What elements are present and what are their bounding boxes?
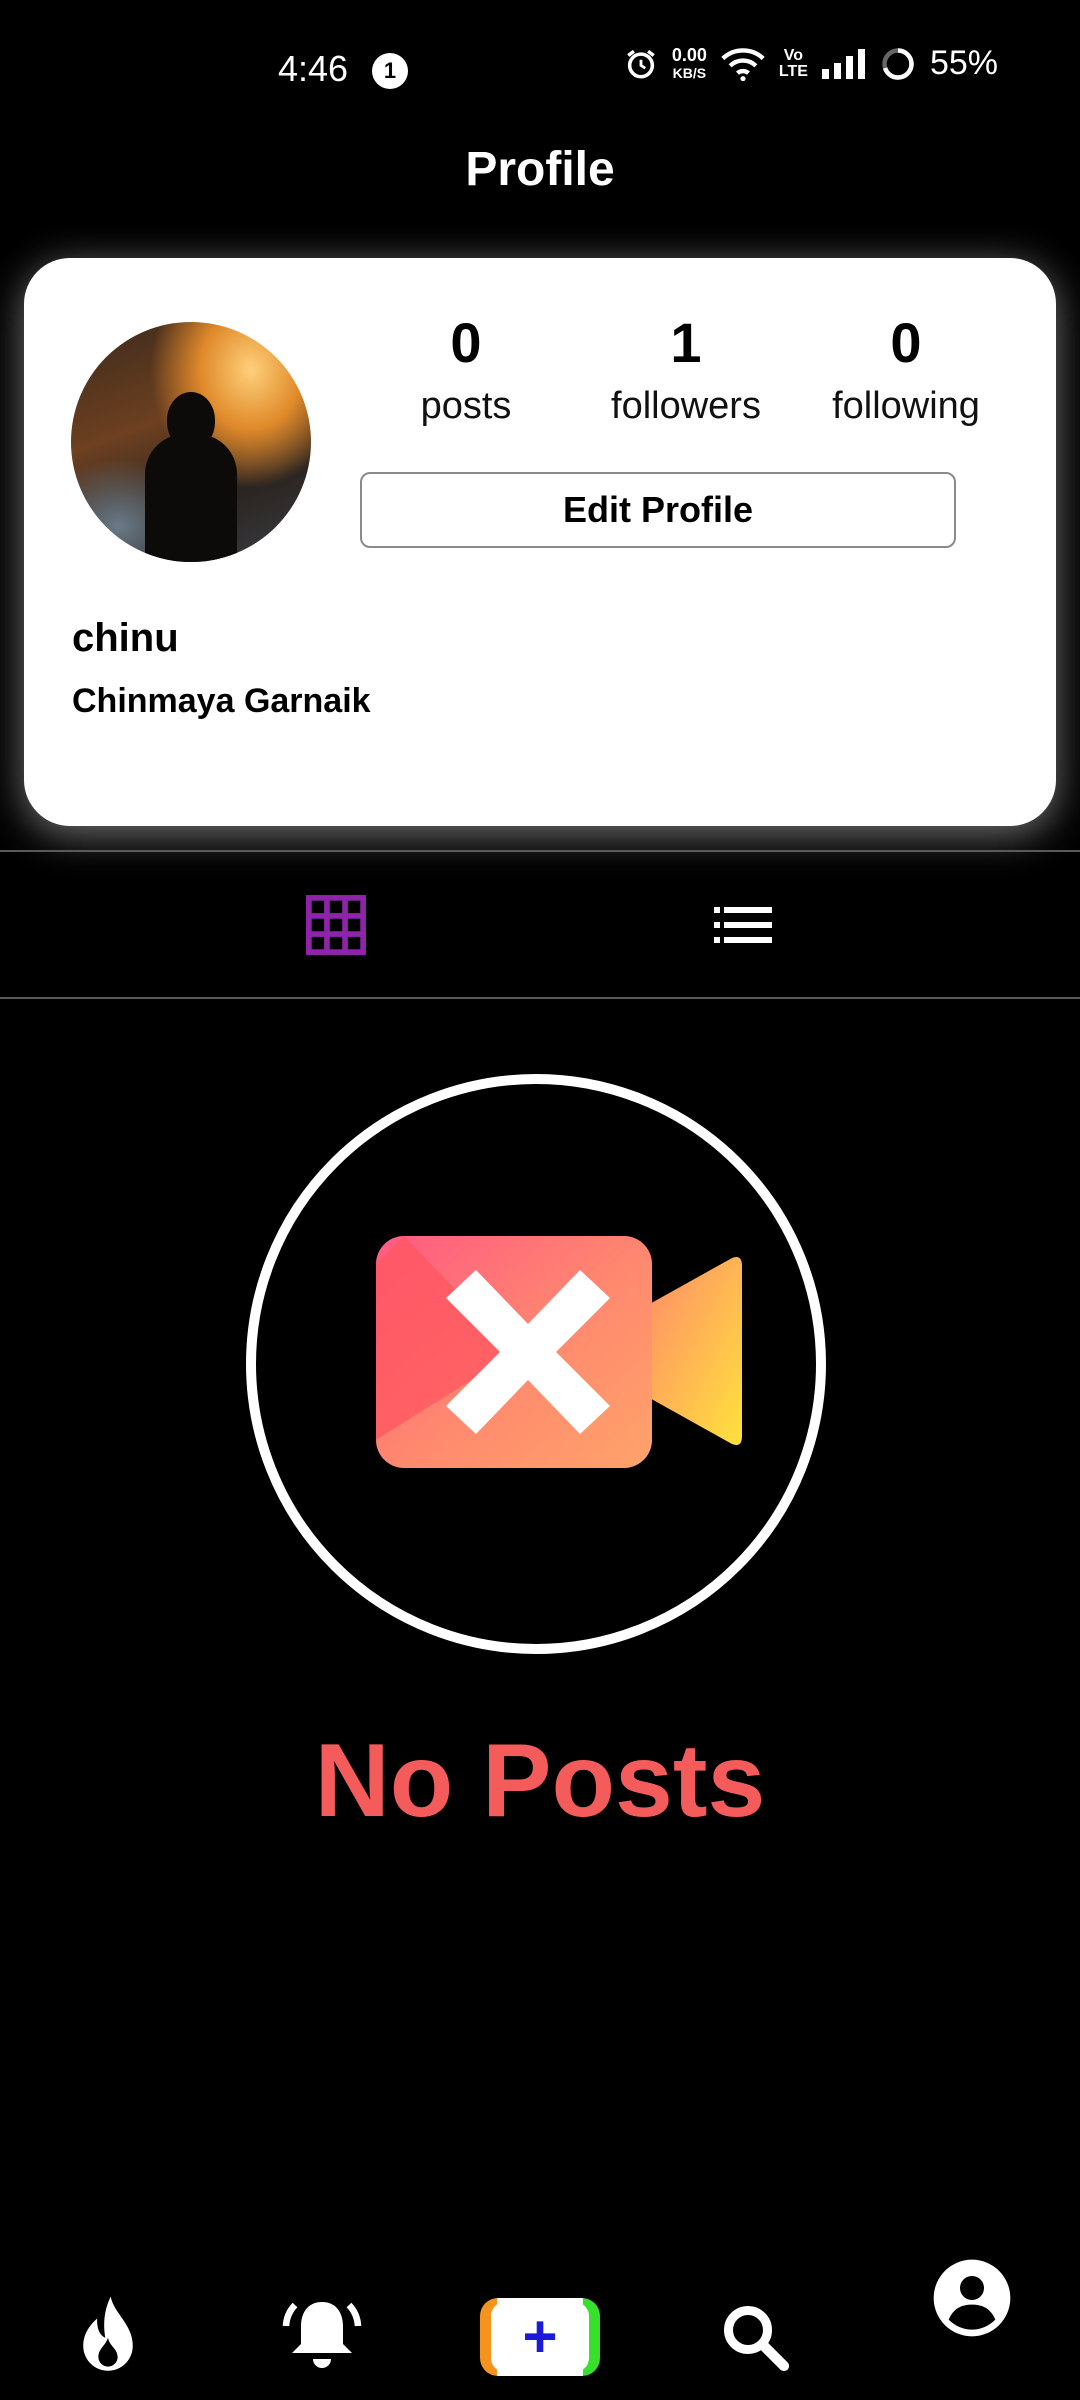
page-title: Profile xyxy=(465,143,615,196)
stat-count: 1 xyxy=(670,311,702,374)
notification-badge: 1 xyxy=(372,53,408,89)
nav-home[interactable] xyxy=(66,2290,150,2380)
stat-posts[interactable]: 0 posts xyxy=(356,308,576,434)
net-speed-unit: KB/S xyxy=(672,64,707,81)
no-posts-message: No Posts xyxy=(314,1723,766,1839)
profile-icon xyxy=(933,2259,1011,2337)
volte-top: Vo xyxy=(783,46,804,64)
grid-icon xyxy=(306,895,366,955)
stat-count: 0 xyxy=(450,311,482,374)
status-bar: 4:46 1 0.00 KB/S Vo LTE 55% xyxy=(0,0,1080,140)
stat-label: following xyxy=(832,385,980,427)
battery-icon xyxy=(882,47,914,80)
nav-search[interactable] xyxy=(712,2294,796,2378)
net-speed: 0.00 KB/S xyxy=(672,46,707,82)
tab-list[interactable] xyxy=(698,880,788,970)
profile-card: 0 posts 1 followers 0 following Edit Pro… xyxy=(24,258,1056,826)
username: chinu xyxy=(72,616,179,660)
volte-indicator: Vo LTE xyxy=(778,46,808,80)
volte-bottom: LTE xyxy=(778,62,808,80)
status-time: 4:46 xyxy=(278,48,349,89)
stat-followers[interactable]: 1 followers xyxy=(576,308,796,434)
stat-label: posts xyxy=(420,385,512,427)
tab-divider-top xyxy=(0,850,1080,852)
avatar[interactable] xyxy=(71,322,311,562)
signal-icon xyxy=(821,48,865,79)
flame-icon xyxy=(83,2296,133,2371)
nav-profile[interactable] xyxy=(930,2256,1014,2340)
tab-divider-bottom xyxy=(0,997,1080,999)
tab-grid[interactable] xyxy=(291,880,381,970)
bell-icon xyxy=(282,2302,362,2368)
add-icon: + xyxy=(491,2302,589,2372)
list-icon xyxy=(714,907,772,943)
avatar-figure-body xyxy=(145,434,237,562)
nav-notifications[interactable] xyxy=(280,2290,364,2380)
battery-percent: 55% xyxy=(929,44,998,82)
wifi-icon xyxy=(721,47,765,81)
add-post-button[interactable]: + xyxy=(480,2298,600,2376)
profile-stats: 0 posts 1 followers 0 following xyxy=(356,308,1016,434)
status-icons: 0.00 KB/S Vo LTE 55% xyxy=(624,44,998,83)
video-off-icon xyxy=(376,1236,742,1468)
stat-count: 0 xyxy=(890,311,922,374)
stat-label: followers xyxy=(611,385,761,427)
search-icon xyxy=(724,2306,790,2372)
net-speed-value: 0.00 xyxy=(671,44,707,65)
edit-profile-button[interactable]: Edit Profile xyxy=(360,472,956,548)
alarm-icon xyxy=(627,49,655,79)
stat-following[interactable]: 0 following xyxy=(796,308,1016,434)
full-name: Chinmaya Garnaik xyxy=(72,682,371,720)
